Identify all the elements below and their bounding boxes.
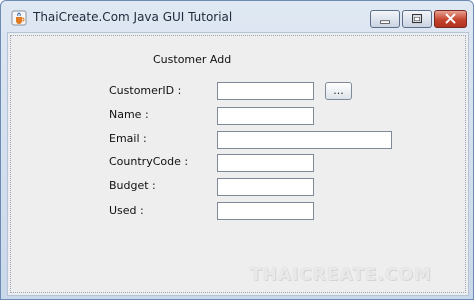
used-field[interactable]	[217, 202, 314, 220]
watermark: THAICREATE.COM	[250, 265, 432, 285]
customer-id-label: CustomerID :	[109, 84, 182, 97]
budget-label: Budget :	[109, 179, 156, 192]
email-field[interactable]	[217, 131, 392, 149]
minimize-icon	[380, 20, 390, 24]
title-bar[interactable]: ThaiCreate.Com Java GUI Tutorial	[1, 1, 473, 31]
name-label: Name :	[109, 108, 149, 121]
java-cup-icon[interactable]	[11, 10, 27, 26]
form-heading: Customer Add	[153, 53, 232, 66]
budget-field[interactable]	[217, 178, 314, 196]
maximize-button[interactable]	[402, 10, 432, 28]
app-window: ThaiCreate.Com Java GUI Tutorial	[0, 0, 474, 300]
close-button[interactable]	[434, 10, 467, 28]
window-title: ThaiCreate.Com Java GUI Tutorial	[33, 10, 233, 24]
maximize-icon	[412, 14, 422, 24]
country-code-field[interactable]	[217, 154, 314, 172]
browse-button[interactable]: ...	[325, 82, 352, 100]
minimize-button[interactable]	[370, 10, 400, 28]
email-label: Email :	[109, 132, 147, 145]
used-label: Used :	[109, 204, 144, 217]
customer-id-field[interactable]	[217, 82, 314, 100]
close-icon	[445, 13, 456, 24]
country-code-label: CountryCode :	[109, 155, 189, 168]
name-field[interactable]	[217, 107, 314, 125]
